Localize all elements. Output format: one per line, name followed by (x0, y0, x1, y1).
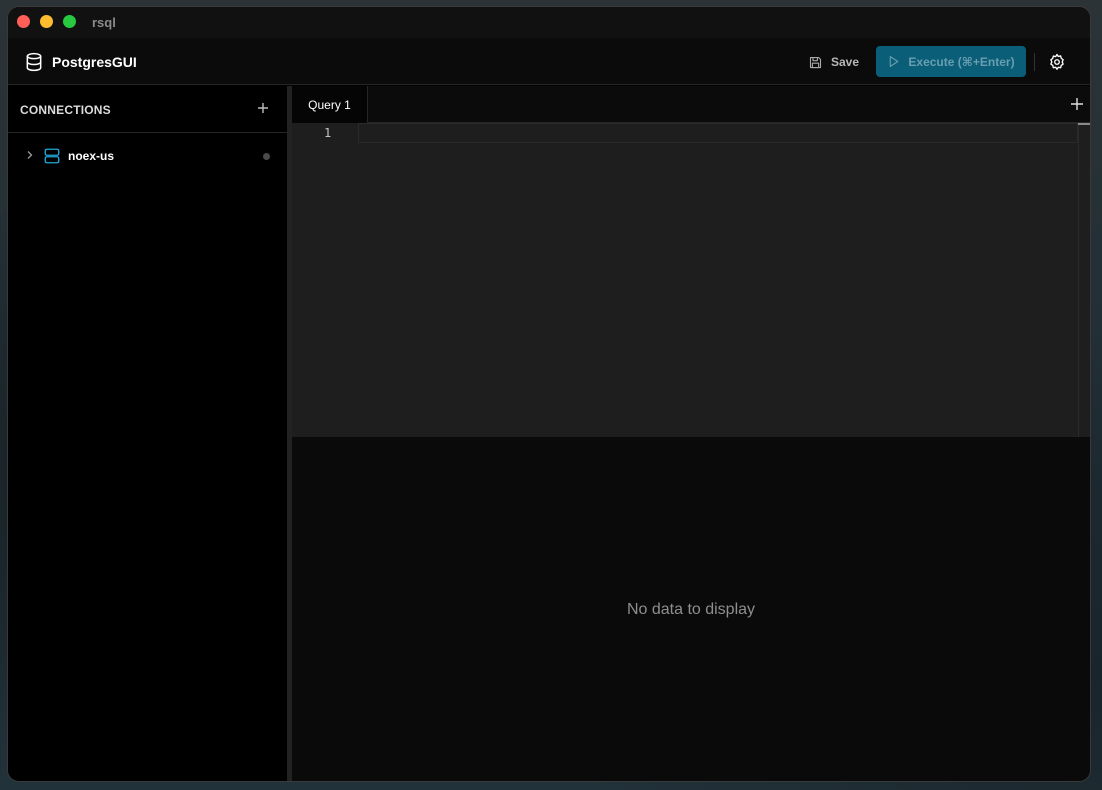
save-button[interactable]: Save (802, 47, 866, 77)
plus-icon[interactable] (256, 101, 270, 115)
play-icon (890, 56, 899, 67)
save-icon (809, 56, 822, 68)
connection-label: noex-us (68, 149, 115, 163)
window-title: rsql (92, 15, 116, 30)
app-name: PostgresGUI (52, 54, 137, 70)
header-divider (1034, 53, 1035, 71)
scrollbar-cursor-marker (1078, 123, 1090, 125)
execute-button[interactable]: Execute (⌘+Enter) (876, 46, 1026, 77)
sidebar-title: CONNECTIONS (20, 103, 111, 117)
editor-scrollbar[interactable] (1078, 123, 1090, 437)
save-button-label: Save (831, 55, 860, 69)
plus-icon[interactable] (1070, 97, 1084, 111)
maximize-window-button[interactable] (63, 15, 76, 28)
empty-results-message: No data to display (626, 601, 756, 618)
connections-sidebar: CONNECTIONS noex-us (8, 86, 287, 781)
execute-button-label: Execute (⌘+Enter) (908, 54, 1015, 69)
editor-current-line[interactable] (358, 123, 1078, 143)
server-icon (44, 148, 60, 164)
sidebar-header: CONNECTIONS (8, 86, 287, 133)
tab-query-1[interactable]: Query 1 (292, 86, 368, 123)
database-icon (26, 52, 42, 72)
connection-status-dot (263, 153, 270, 160)
chevron-right-icon[interactable] (25, 150, 35, 160)
minimize-window-button[interactable] (40, 15, 53, 28)
query-tabs-bar: Query 1 (292, 86, 1090, 123)
results-panel: No data to display (292, 437, 1090, 781)
sql-editor[interactable]: 1 (292, 123, 1090, 437)
editor-gutter: 1 (292, 123, 358, 437)
connection-item[interactable]: noex-us (8, 144, 287, 168)
app-header: PostgresGUI Save Execute (⌘+Enter) (8, 38, 1090, 85)
gear-icon[interactable] (1048, 53, 1066, 71)
close-window-button[interactable] (17, 15, 30, 28)
line-number: 1 (324, 126, 332, 140)
title-bar: rsql (8, 7, 1090, 38)
app-window: rsql PostgresGUI Save Execute (⌘+Enter) (8, 7, 1090, 781)
